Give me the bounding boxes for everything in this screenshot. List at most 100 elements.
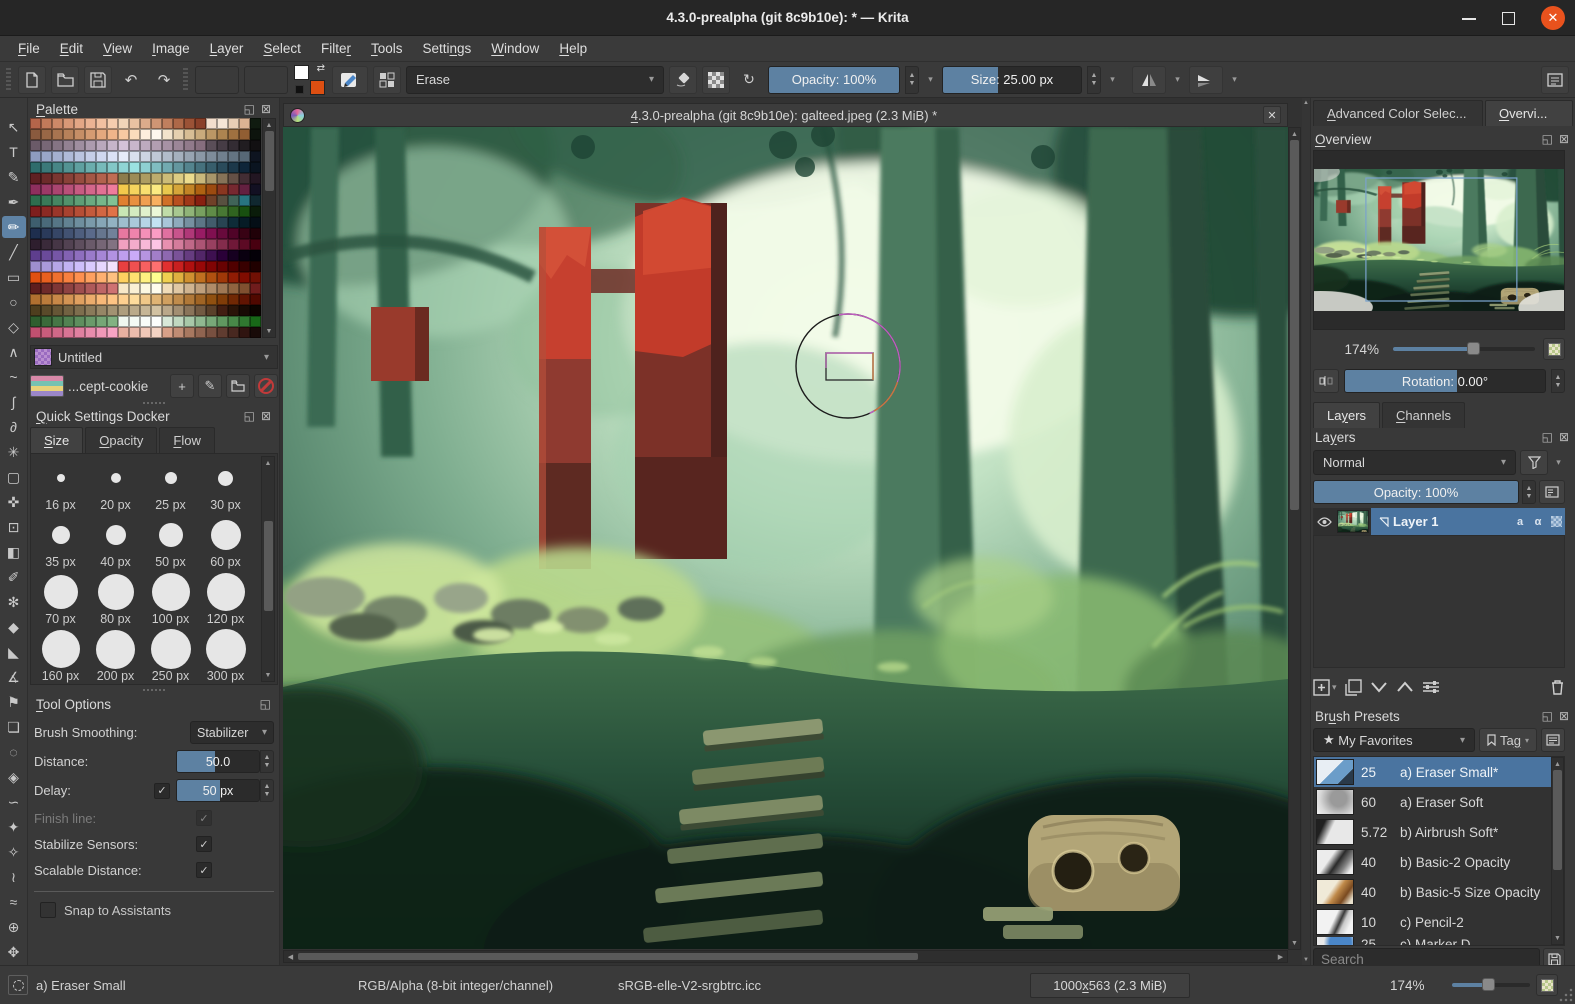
palette-swatch[interactable] [96,272,107,283]
size-preset-250px[interactable]: 250 px [143,629,198,684]
palette-swatch[interactable] [118,129,129,140]
layer-visibility-icon[interactable] [1313,513,1335,531]
palette-swatch[interactable] [96,239,107,250]
palette-swatch[interactable] [173,173,184,184]
palette-swatch[interactable] [118,184,129,195]
size-preset-100px[interactable]: 100 px [143,572,198,629]
palette-swatch[interactable] [206,316,217,327]
palette-swatch[interactable] [217,283,228,294]
palette-swatch[interactable] [85,140,96,151]
palette-swatch[interactable] [74,173,85,184]
palette-swatch[interactable] [129,151,140,162]
palette-swatch[interactable] [250,305,261,316]
palette-swatch[interactable] [239,151,250,162]
select-shapes-tool[interactable]: ↖ [2,116,26,138]
palette-swatch[interactable] [30,140,41,151]
palette-swatch[interactable] [173,327,184,338]
menu-settings[interactable]: Settings [412,38,481,59]
palette-swatch[interactable] [140,217,151,228]
palette-swatch[interactable] [140,195,151,206]
palette-swatch[interactable] [41,294,52,305]
reload-preset-button[interactable]: ↻ [735,66,763,94]
palette-swatch[interactable] [228,283,239,294]
palette-swatch[interactable] [239,173,250,184]
palette-swatch[interactable] [74,162,85,173]
mirror-horizontal-button[interactable] [1132,65,1166,94]
palette-swatch[interactable] [85,173,96,184]
palette-swatch[interactable] [63,140,74,151]
palette-swatch[interactable] [52,151,63,162]
palette-swatch[interactable] [41,140,52,151]
palette-swatch[interactable] [52,118,63,129]
layer-row[interactable]: Layer 1 a α [1313,508,1565,535]
palette-swatch[interactable] [250,228,261,239]
layer-name-area[interactable]: Layer 1 a α [1371,508,1565,535]
palette-swatch[interactable] [74,272,85,283]
scroll-right-icon[interactable]: ▶ [1274,953,1287,961]
close-document-icon[interactable]: ✕ [1263,106,1281,124]
gradient-tool[interactable]: ◧ [2,541,26,563]
palette-swatch[interactable] [195,272,206,283]
polygon-tool[interactable]: ◇ [2,316,26,338]
palette-swatch[interactable] [151,129,162,140]
delay-spin-arrows[interactable]: ▲ ▼ [260,779,274,802]
palette-swatch[interactable] [140,129,151,140]
palette-swatch[interactable] [195,184,206,195]
palette-swatch[interactable] [173,305,184,316]
palette-swatch[interactable] [41,228,52,239]
redo-button[interactable]: ↷ [150,66,178,94]
palette-swatch[interactable] [239,184,250,195]
palette-swatch[interactable] [107,327,118,338]
palette-swatch[interactable] [52,283,63,294]
palette-swatch[interactable] [162,261,173,272]
duplicate-layer-button[interactable] [1344,678,1362,696]
palette-swatch[interactable] [96,118,107,129]
close-button[interactable]: ✕ [1541,6,1565,30]
palette-swatch[interactable] [107,206,118,217]
palette-swatch[interactable] [52,206,63,217]
palette-swatch[interactable] [228,294,239,305]
palette-swatch[interactable] [129,261,140,272]
palette-swatch[interactable] [63,294,74,305]
palette-swatch[interactable] [74,327,85,338]
palette-swatch[interactable] [74,239,85,250]
palette-swatch[interactable] [173,239,184,250]
open-palette-button[interactable] [226,374,250,398]
tab-layers[interactable]: Layers [1313,402,1381,428]
palette-swatch[interactable] [239,195,250,206]
palette-swatch[interactable] [250,239,261,250]
palette-swatch[interactable] [228,316,239,327]
palette-swatch[interactable] [151,118,162,129]
brush-preset-row[interactable]: 40 b) Basic-2 Opacity [1314,847,1552,877]
palette-swatch[interactable] [118,316,129,327]
background-color-swatch[interactable] [310,79,325,95]
palette-swatch[interactable] [52,327,63,338]
size-panel-scrollbar[interactable]: ▲ ▼ [261,456,275,682]
size-preset-200px[interactable]: 200 px [88,629,143,684]
palette-swatch[interactable] [52,261,63,272]
palette-swatch[interactable] [239,129,250,140]
palette-swatch[interactable] [184,327,195,338]
polyline-tool[interactable]: ∧ [2,341,26,363]
tab-overview[interactable]: Overvi... [1485,100,1573,126]
palette-swatch[interactable] [30,162,41,173]
palette-swatch[interactable] [151,184,162,195]
tag-button[interactable]: Tag ▾ [1479,728,1537,752]
palette-swatch[interactable] [96,195,107,206]
palette-swatch[interactable] [228,151,239,162]
edit-shapes-tool[interactable]: ✎ [2,166,26,188]
palette-swatch[interactable] [206,305,217,316]
palette-swatch[interactable] [173,217,184,228]
palette-swatch[interactable] [151,250,162,261]
palette-swatch[interactable] [52,184,63,195]
menu-window[interactable]: Window [481,38,549,59]
panel-edge-strip[interactable]: ▲ ▼ [1302,98,1311,965]
save-button[interactable] [84,65,112,94]
palette-swatch[interactable] [74,129,85,140]
palette-swatch[interactable] [173,294,184,305]
tab-flow[interactable]: Flow [159,427,215,453]
size-preset-60px[interactable]: 60 px [198,515,253,572]
transform-tool[interactable]: ▢ [2,466,26,488]
palette-swatch[interactable] [129,140,140,151]
gradient-chooser-button[interactable] [195,65,239,94]
